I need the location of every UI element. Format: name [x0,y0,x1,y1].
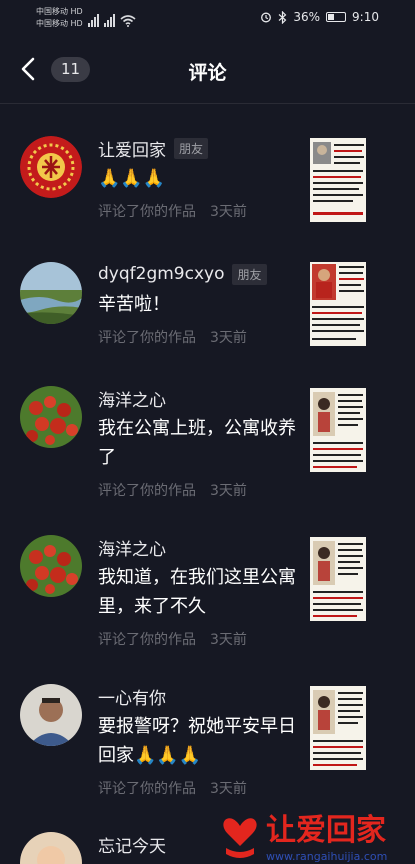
carrier-label-1: 中国移动 HD [36,7,83,16]
user-name[interactable]: 海洋之心 [98,386,166,411]
signal-icon [88,13,99,27]
status-bar: 中国移动 HD 中国移动 HD 36% 9:10 [0,0,415,36]
signal-icon [104,13,115,27]
video-thumbnail[interactable] [310,388,366,472]
avatar[interactable] [20,535,82,597]
avatar[interactable] [20,684,82,746]
action-text: 评论了你的作品 [98,330,196,346]
timestamp: 3天前 [210,204,247,220]
comment-meta: 评论了你的作品 3天前 [98,327,297,347]
comment-meta: 评论了你的作品 3天前 [98,778,297,798]
comment-text: 辛苦啦！ [98,294,170,315]
comment-meta: 评论了你的作品 3天前 [98,201,297,221]
user-name[interactable]: 让爱回家 [98,136,166,161]
battery-percent: 36% [293,10,321,24]
timestamp: 3天前 [210,483,247,499]
timestamp: 3天前 [210,632,247,648]
avatar[interactable] [20,386,82,448]
header: 11 评论 [0,44,415,96]
page-title: 评论 [188,62,227,84]
user-name[interactable]: 忘记今天 [98,832,166,857]
comment-meta: 评论了你的作品 3天前 [98,480,297,500]
status-right: 36% 9:10 [260,10,379,24]
bluetooth-icon [278,10,287,24]
friend-tag: 朋友 [232,263,267,285]
friend-tag: 朋友 [174,137,209,159]
header-divider [0,103,415,104]
alarm-icon [261,12,272,23]
comment-text: 我知道，在我们这里公寓里，来了不久 [98,567,296,617]
comment-text: 要报警呀？祝她平安早日回家🙏🙏🙏 [98,716,296,766]
signal-indicators [88,9,136,27]
video-thumbnail[interactable] [310,262,366,346]
avatar[interactable] [20,832,82,864]
comment-text: 🙏🙏🙏 [98,168,166,189]
carrier-label-2: 中国移动 HD [36,19,83,28]
comment-meta: 评论了你的作品 3天前 [98,629,297,649]
wifi-icon [120,15,136,27]
timestamp: 3天前 [210,781,247,797]
timestamp: 3天前 [210,330,247,346]
video-thumbnail[interactable] [310,537,366,621]
user-name[interactable]: 一心有你 [98,684,166,709]
battery-icon [326,12,347,22]
video-thumbnail[interactable] [310,138,366,222]
action-text: 评论了你的作品 [98,204,196,220]
clock: 9:10 [352,10,379,24]
user-name[interactable]: 海洋之心 [98,535,166,560]
comment-text: 我在公寓上班，公寓收养了 [98,418,296,468]
avatar[interactable] [20,262,82,324]
action-text: 评论了你的作品 [98,483,196,499]
action-text: 评论了你的作品 [98,781,196,797]
action-text: 评论了你的作品 [98,632,196,648]
video-thumbnail[interactable] [310,686,366,770]
user-name[interactable]: dyqf2gm9cxyo [98,264,224,284]
avatar[interactable] [20,136,82,198]
